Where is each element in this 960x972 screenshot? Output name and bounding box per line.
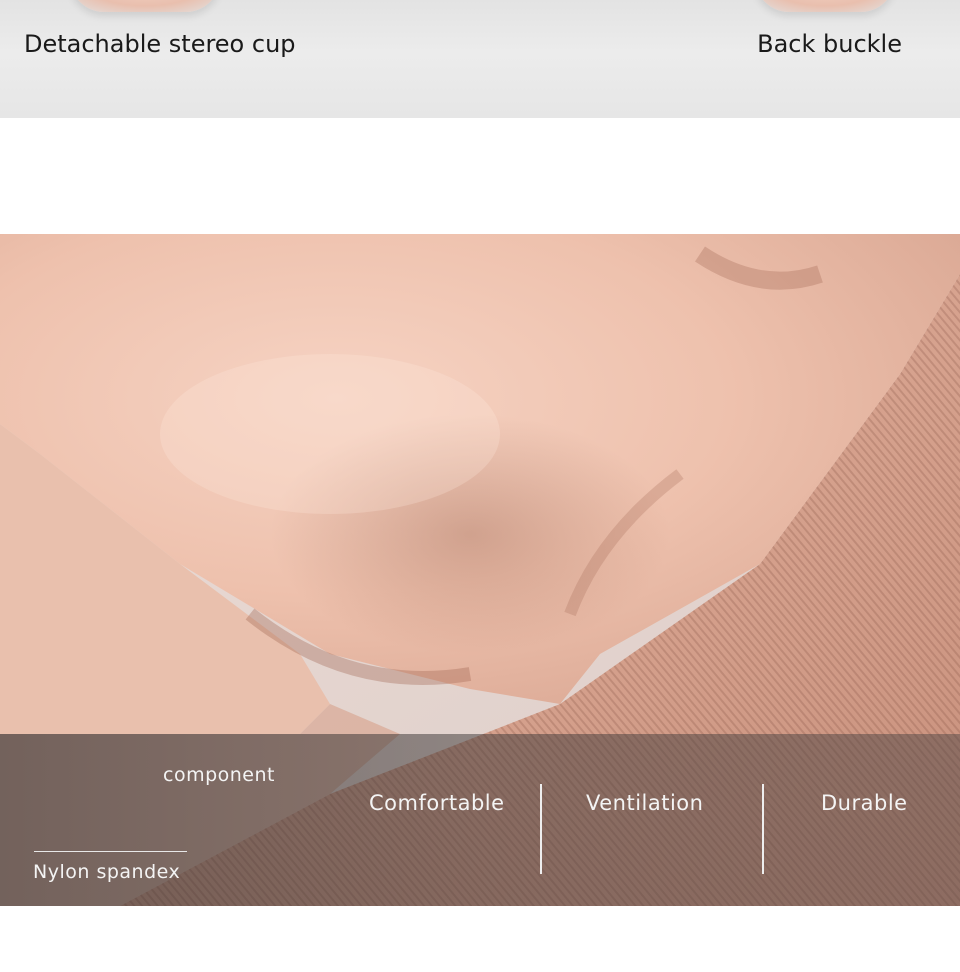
feature-caption-strip: Detachable stereo cup Back buckle — [0, 0, 960, 118]
feature-divider — [762, 784, 764, 874]
material-divider-line — [34, 851, 187, 852]
detachable-cup-caption: Detachable stereo cup — [24, 30, 296, 58]
back-buckle-caption: Back buckle — [757, 30, 902, 58]
component-heading: component — [163, 764, 275, 786]
feature-divider — [540, 784, 542, 874]
feature-ventilation: Ventilation — [586, 791, 704, 815]
material-value: Nylon spandex — [33, 861, 181, 883]
feature-comfortable: Comfortable — [369, 791, 505, 815]
product-detail-page: Detachable stereo cup Back buckle compon… — [0, 0, 960, 972]
feature-durable: Durable — [821, 791, 908, 815]
back-buckle-image — [755, 0, 895, 12]
stereo-cup-image — [70, 0, 220, 12]
